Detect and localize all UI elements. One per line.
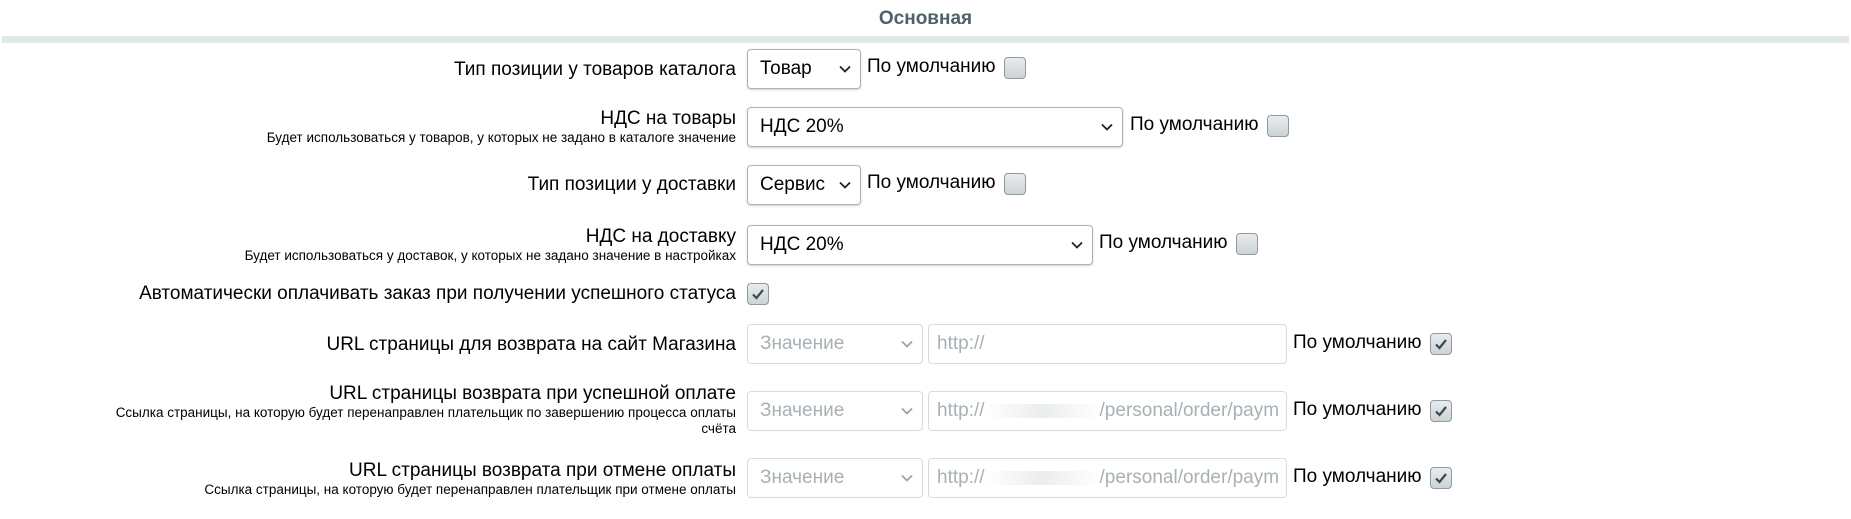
cancel-url-hint: Ссылка страницы, на которую будет перена…: [204, 482, 736, 497]
vat-goods-select[interactable]: НДС 20%: [747, 107, 1123, 147]
chevron-down-icon: [1101, 123, 1113, 131]
vat-goods-value: НДС 20%: [760, 116, 844, 137]
vat-goods-hint: Будет использоваться у товаров, у которы…: [266, 130, 736, 145]
item-type-default-checkbox[interactable]: [1004, 57, 1026, 79]
redacted-domain: [984, 403, 1100, 418]
success-url-default-checkbox[interactable]: [1430, 400, 1452, 422]
success-url-input[interactable]: http:// /personal/order/paym: [928, 391, 1287, 431]
vat-delivery-default-label: По умолчанию: [1099, 232, 1228, 253]
item-type-label: Тип позиции у товаров каталога: [454, 59, 736, 80]
section-divider: [2, 36, 1849, 43]
cancel-url-input-suffix: /personal/order/paym: [1099, 467, 1280, 488]
item-type-value: Товар: [760, 58, 812, 79]
section-title: Основная: [878, 8, 973, 29]
success-url-label: URL страницы возврата при успешной оплат…: [329, 383, 736, 404]
vat-goods-default-label: По умолчанию: [1130, 114, 1259, 135]
cancel-url-input[interactable]: http:// /personal/order/paym: [928, 458, 1287, 498]
checkmark-icon: [1435, 473, 1447, 484]
return-url-label: URL страницы для возврата на сайт Магази…: [326, 334, 736, 355]
row-auto-pay: Автоматически оплачивать заказ при получ…: [0, 278, 1851, 312]
cancel-url-select[interactable]: Значение: [747, 458, 923, 498]
return-url-default-checkbox[interactable]: [1430, 333, 1452, 355]
auto-pay-checkbox[interactable]: [747, 283, 769, 305]
row-vat-goods: НДС на товары Будет использоваться у тов…: [0, 100, 1851, 152]
vat-delivery-select[interactable]: НДС 20%: [747, 225, 1093, 265]
cancel-url-label: URL страницы возврата при отмене оплаты: [349, 460, 736, 481]
item-type-select[interactable]: Товар: [747, 49, 861, 89]
success-url-input-prefix: http://: [937, 400, 985, 421]
success-url-hint-line1: Ссылка страницы, на которую будет перена…: [115, 405, 736, 420]
chevron-down-icon: [839, 65, 851, 73]
cancel-url-select-value: Значение: [760, 467, 845, 488]
row-delivery-type: Тип позиции у доставки Сервис По умолчан…: [0, 158, 1851, 210]
item-type-default-label: По умолчанию: [867, 56, 996, 77]
section-header: Основная: [0, 0, 1851, 43]
return-url-placeholder: http://: [937, 333, 985, 354]
checkmark-icon: [1435, 339, 1447, 350]
success-url-input-suffix: /personal/order/paym: [1099, 400, 1280, 421]
vat-delivery-label: НДС на доставку: [585, 226, 736, 247]
checkmark-icon: [752, 289, 764, 300]
vat-goods-default-checkbox[interactable]: [1267, 115, 1289, 137]
row-return-url: URL страницы для возврата на сайт Магази…: [0, 320, 1851, 374]
row-cancel-url: URL страницы возврата при отмене оплаты …: [0, 454, 1851, 510]
chevron-down-icon: [1071, 241, 1083, 249]
chevron-down-icon: [901, 340, 913, 348]
cancel-url-default-label: По умолчанию: [1293, 466, 1422, 487]
row-vat-delivery: НДС на доставку Будет использоваться у д…: [0, 218, 1851, 270]
chevron-down-icon: [839, 181, 851, 189]
success-url-select[interactable]: Значение: [747, 391, 923, 431]
row-item-type: Тип позиции у товаров каталога Товар По …: [0, 43, 1851, 93]
vat-delivery-hint: Будет использоваться у доставок, у котор…: [244, 248, 736, 263]
cancel-url-default-checkbox[interactable]: [1430, 467, 1452, 489]
checkmark-icon: [1435, 406, 1447, 417]
success-url-select-value: Значение: [760, 400, 845, 421]
success-url-hint-line2: счёта: [701, 421, 736, 436]
redacted-domain: [984, 470, 1100, 485]
return-url-input[interactable]: http://: [928, 324, 1287, 364]
delivery-type-label: Тип позиции у доставки: [527, 174, 736, 195]
return-url-select-value: Значение: [760, 333, 845, 354]
cancel-url-input-prefix: http://: [937, 467, 985, 488]
delivery-type-select[interactable]: Сервис: [747, 165, 861, 205]
vat-delivery-default-checkbox[interactable]: [1236, 233, 1258, 255]
vat-delivery-value: НДС 20%: [760, 234, 844, 255]
delivery-type-value: Сервис: [760, 174, 826, 195]
return-url-select[interactable]: Значение: [747, 324, 923, 364]
chevron-down-icon: [901, 407, 913, 415]
delivery-type-default-label: По умолчанию: [867, 172, 996, 193]
delivery-type-default-checkbox[interactable]: [1004, 173, 1026, 195]
success-url-default-label: По умолчанию: [1293, 399, 1422, 420]
row-success-url: URL страницы возврата при успешной оплат…: [0, 381, 1851, 443]
auto-pay-label: Автоматически оплачивать заказ при получ…: [139, 283, 736, 304]
vat-goods-label: НДС на товары: [600, 108, 736, 129]
chevron-down-icon: [901, 474, 913, 482]
return-url-default-label: По умолчанию: [1293, 332, 1422, 353]
